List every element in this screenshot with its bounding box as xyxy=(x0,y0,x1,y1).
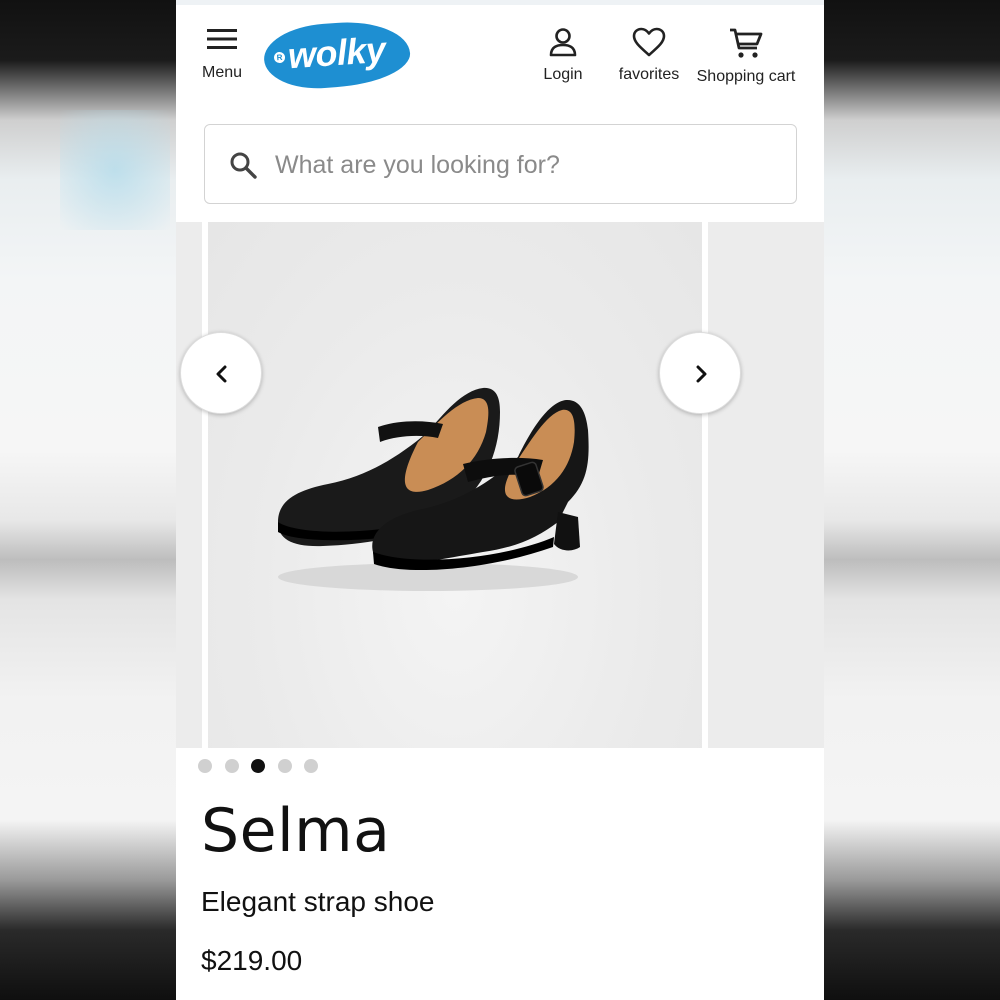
menu-button[interactable]: Menu xyxy=(194,27,250,97)
favorites-button[interactable]: favorites xyxy=(616,27,682,84)
product-title: Selma xyxy=(201,796,391,866)
product-image[interactable] xyxy=(208,222,702,748)
user-icon xyxy=(549,28,577,57)
carousel-dot-4[interactable] xyxy=(278,759,292,773)
product-image-carousel[interactable] xyxy=(176,222,824,748)
cart-icon xyxy=(730,28,763,58)
carousel-dot-5[interactable] xyxy=(304,759,318,773)
menu-label: Menu xyxy=(201,64,243,81)
chevron-right-icon xyxy=(696,365,707,383)
carousel-dot-3[interactable] xyxy=(251,759,265,773)
search-bar[interactable] xyxy=(204,124,797,204)
wolky-logo[interactable]: R wolky xyxy=(261,17,413,93)
login-label: Login xyxy=(543,66,583,83)
product-price: $219.00 xyxy=(201,945,303,976)
previous-image-button[interactable] xyxy=(180,332,262,414)
mobile-page: Menu R wolky Login favorites Shopping ca… xyxy=(176,0,824,1000)
logo-text: wolky xyxy=(286,28,387,77)
background-right xyxy=(824,0,1000,1000)
chevron-left-icon xyxy=(216,365,227,383)
shoe-pair-image xyxy=(278,387,589,591)
carousel-dot-2[interactable] xyxy=(225,759,239,773)
search-input[interactable] xyxy=(275,145,775,185)
background-left xyxy=(0,0,176,1000)
shopping-cart-label: Shopping cart xyxy=(696,68,796,85)
login-button[interactable]: Login xyxy=(536,27,590,84)
product-description: Elegant strap shoe xyxy=(201,886,435,917)
hamburger-icon xyxy=(207,29,237,49)
favorites-label: favorites xyxy=(618,66,680,83)
next-slide-preview xyxy=(708,222,824,748)
search-icon xyxy=(230,152,257,179)
next-image-button[interactable] xyxy=(659,332,741,414)
site-header: Menu R wolky Login favorites Shopping ca… xyxy=(176,5,824,105)
logo-registered-mark: R xyxy=(273,51,286,64)
heart-icon xyxy=(632,27,666,57)
shopping-cart-button[interactable]: Shopping cart xyxy=(694,27,798,86)
previous-slide-preview xyxy=(176,222,202,748)
carousel-dot-1[interactable] xyxy=(198,759,212,773)
